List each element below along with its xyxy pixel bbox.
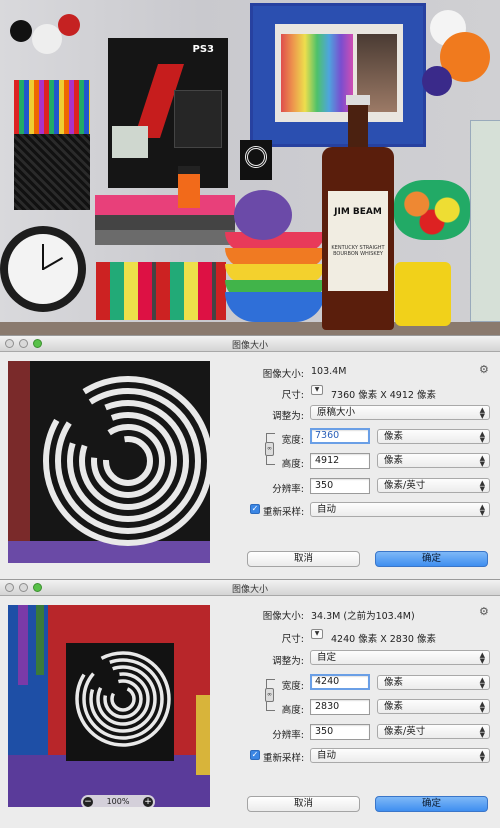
height-unit-select[interactable]: 像素 ▲ ▼ [377, 453, 490, 468]
preview-target-image [8, 605, 210, 807]
height-input[interactable]: 2830 [310, 699, 370, 715]
thread-spools [96, 262, 226, 320]
dimensions-value: 7360 像素 X 4912 像素 [331, 390, 436, 401]
image-size-dialog-2: 图像大小 − 100% + 图像大小: 34.3M (之前为103.4M) ⚙ … [0, 579, 500, 828]
resolution-unit-select[interactable]: 像素/英寸 ▲ ▼ [377, 724, 490, 739]
chevron-updown-icon: ▲ ▼ [479, 700, 485, 714]
chevron-updown-icon: ▲ ▼ [479, 503, 485, 517]
height-unit-value: 像素 [384, 455, 404, 466]
chevron-updown-icon: ▲ ▼ [479, 676, 485, 690]
gear-icon[interactable]: ⚙ [479, 363, 489, 376]
zoom-out-button[interactable]: − [83, 797, 93, 807]
resolution-unit-value: 像素/英寸 [384, 726, 426, 737]
cancel-button[interactable]: 取消 [247, 796, 360, 812]
alarm-clock [0, 214, 90, 324]
flowers [420, 6, 500, 126]
chevron-updown-icon: ▲ ▼ [479, 749, 485, 763]
resample-value: 自动 [317, 750, 337, 761]
image-size-value: 103.4M [311, 366, 347, 377]
resolution-label: 分辨率: [272, 730, 304, 741]
resolution-unit-value: 像素/英寸 [384, 480, 426, 491]
resolution-input[interactable]: 350 [310, 724, 370, 740]
height-unit-select[interactable]: 像素 ▲ ▼ [377, 699, 490, 714]
title-bar: 图像大小 [0, 580, 500, 596]
resample-checkbox[interactable]: ✓ [250, 750, 260, 760]
width-label: 宽度: [281, 435, 304, 446]
pencil-cup [14, 80, 90, 210]
zoom-in-button[interactable]: + [143, 797, 153, 807]
fit-to-label: 调整为: [272, 411, 304, 422]
preview-zoom-control: − 100% + [81, 795, 155, 807]
candy-jar [395, 262, 451, 326]
toy-figures [4, 6, 92, 76]
preview-target-image [8, 361, 210, 563]
width-unit-select[interactable]: 像素 ▲ ▼ [377, 675, 490, 690]
height-unit-value: 像素 [384, 701, 404, 712]
background-photo: PS3 JIM BEAM KENTUCKY STRAIGHT BOURBON W… [0, 0, 500, 335]
width-unit-value: 像素 [384, 677, 404, 688]
image-preview[interactable]: − 100% + [8, 605, 210, 807]
ps3-box: PS3 [108, 38, 228, 188]
resample-select[interactable]: 自动 ▲ ▼ [310, 502, 490, 517]
dialog-title: 图像大小 [231, 341, 268, 351]
fit-to-value: 自定 [317, 652, 337, 663]
width-label: 宽度: [281, 681, 304, 692]
image-size-value: 34.3M (之前为103.4M) [311, 611, 415, 622]
image-size-dialog-1: 图像大小 图像大小: 103.4M ⚙ 尺寸: ▼ 7360 像素 X 4912… [0, 335, 500, 579]
chevron-updown-icon: ▲ ▼ [479, 430, 485, 444]
ok-button[interactable]: 确定 [375, 796, 488, 812]
purple-yarn [234, 190, 292, 240]
dimensions-menu-toggle[interactable]: ▼ [311, 629, 323, 639]
width-input[interactable]: 4240 [310, 674, 370, 690]
vase [470, 120, 500, 322]
width-input[interactable]: 7360 [310, 428, 370, 444]
towels [95, 195, 235, 245]
image-size-label: 图像大小: [262, 611, 304, 622]
chevron-updown-icon: ▲ ▼ [479, 406, 485, 420]
resolution-unit-select[interactable]: 像素/英寸 ▲ ▼ [377, 478, 490, 493]
height-input[interactable]: 4912 [310, 453, 370, 469]
chevron-updown-icon: ▲ ▼ [479, 479, 485, 493]
fit-to-value: 原稿大小 [317, 407, 356, 418]
chevron-updown-icon: ▲ ▼ [479, 454, 485, 468]
orange-bottle [178, 166, 200, 208]
fit-to-select[interactable]: 自定 ▲ ▼ [310, 650, 490, 665]
dimensions-label: 尺寸: [281, 390, 304, 401]
chevron-updown-icon: ▲ ▼ [479, 651, 485, 665]
resample-label: 重新采样: [263, 753, 305, 764]
title-bar: 图像大小 [0, 336, 500, 352]
dimensions-value: 4240 像素 X 2830 像素 [331, 634, 436, 645]
target-card [240, 140, 272, 180]
chevron-updown-icon: ▲ ▼ [479, 725, 485, 739]
zoom-value: 100% [106, 797, 130, 806]
cancel-button[interactable]: 取消 [247, 551, 360, 567]
ok-button[interactable]: 确定 [375, 551, 488, 567]
dimensions-menu-toggle[interactable]: ▼ [311, 385, 323, 395]
dimensions-label: 尺寸: [281, 634, 304, 645]
height-label: 高度: [281, 705, 304, 716]
stacked-bowls [225, 232, 327, 322]
whiskey-bottle: JIM BEAM KENTUCKY STRAIGHT BOURBON WHISK… [322, 95, 394, 330]
resample-select[interactable]: 自动 ▲ ▼ [310, 748, 490, 763]
resample-value: 自动 [317, 504, 337, 515]
resolution-input[interactable]: 350 [310, 478, 370, 494]
flower-bunch [394, 180, 470, 240]
image-size-label: 图像大小: [262, 369, 304, 380]
resample-checkbox[interactable]: ✓ [250, 504, 260, 514]
gear-icon[interactable]: ⚙ [479, 605, 489, 618]
fit-to-label: 调整为: [272, 656, 304, 667]
width-unit-value: 像素 [384, 431, 404, 442]
width-unit-select[interactable]: 像素 ▲ ▼ [377, 429, 490, 444]
height-label: 高度: [281, 459, 304, 470]
image-preview[interactable] [8, 361, 210, 563]
resolution-label: 分辨率: [272, 484, 304, 495]
fit-to-select[interactable]: 原稿大小 ▲ ▼ [310, 405, 490, 420]
resample-label: 重新采样: [263, 507, 305, 518]
dialog-title: 图像大小 [231, 585, 268, 595]
